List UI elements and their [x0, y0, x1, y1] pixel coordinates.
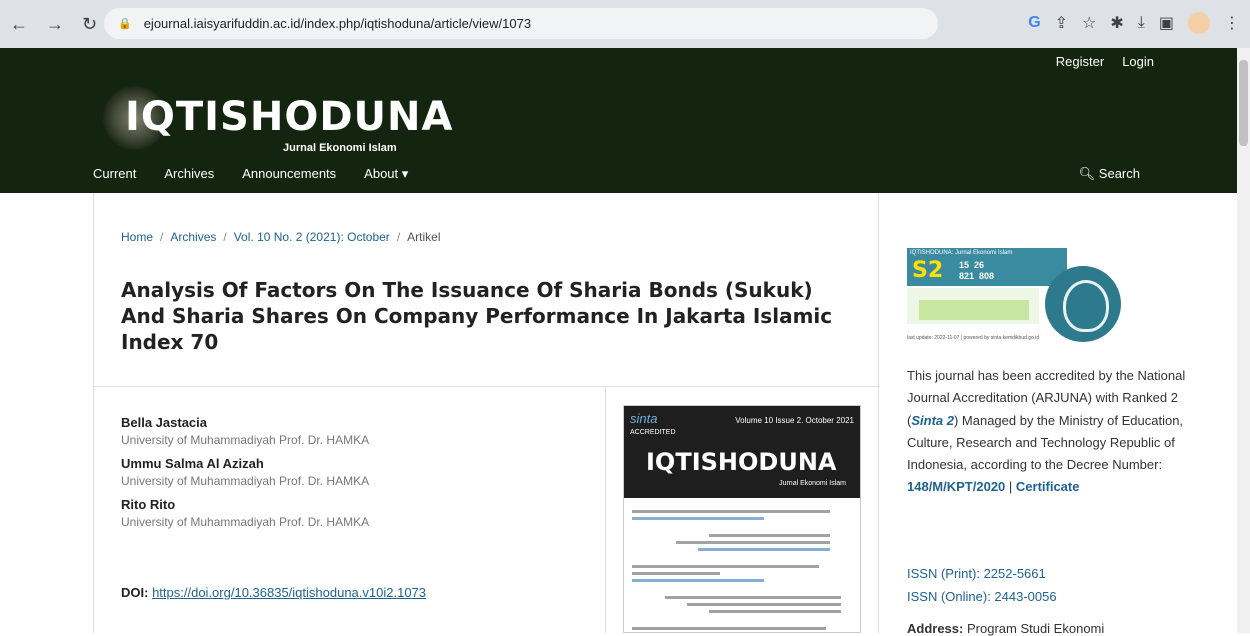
scrollbar-thumb[interactable]: [1239, 60, 1248, 146]
article-main: Home / Archives / Vol. 10 No. 2 (2021): Octo…: [93, 193, 880, 633]
nav-about[interactable]: About ▾: [364, 166, 408, 182]
sidebar: IQTISHODUNA: Jurnal Ekonomi Islam S2 15 …: [879, 193, 1237, 636]
logo-subtitle: Jurnal Ekonomi Islam: [283, 142, 397, 154]
badge-logo-icon: [1045, 266, 1121, 342]
nav-archives[interactable]: Archives: [164, 166, 214, 182]
breadcrumb-current: Artikel: [407, 230, 441, 244]
sidepanel-icon[interactable]: ▣: [1159, 13, 1174, 33]
browser-nav: ← → ↻: [10, 14, 110, 35]
sinta-rank: Sinta 2: [911, 412, 954, 428]
author-item: Rito Rito University of Muhammadiyah Pro…: [121, 497, 369, 529]
author-name: Bella Jastacia: [121, 415, 208, 430]
search-icon: 🔍︎: [1078, 166, 1096, 181]
extensions-area: G ⇪ ☆ ✱ ⤓ ▣ ⋮: [1028, 12, 1240, 34]
breadcrumb-home[interactable]: Home: [121, 230, 153, 244]
breadcrumb-issue[interactable]: Vol. 10 No. 2 (2021): October: [234, 230, 390, 244]
login-link[interactable]: Login: [1122, 54, 1154, 69]
badge-title: IQTISHODUNA: Jurnal Ekonomi Islam: [910, 250, 1013, 256]
search-label: Search: [1098, 166, 1140, 181]
doi-link[interactable]: https://doi.org/10.36835/iqtishoduna.v10…: [152, 585, 426, 600]
author-name: Rito Rito: [121, 497, 176, 512]
address: Address: Program Studi Ekonomi: [907, 621, 1104, 636]
breadcrumb: Home / Archives / Vol. 10 No. 2 (2021): Octo…: [121, 230, 441, 244]
certificate-link[interactable]: Certificate: [1016, 479, 1080, 494]
badge-rank: S2: [912, 258, 944, 283]
cover-subtitle: Jurnal Ekonomi Islam: [779, 480, 846, 487]
cover-sinta: sinta: [630, 411, 658, 426]
profile-avatar[interactable]: [1188, 12, 1210, 34]
url-text: ejournal.iaisyarifuddin.ac.id/index.php/…: [143, 16, 532, 31]
main-nav: Current Archives Announcements About ▾: [93, 166, 408, 182]
address-label: Address:: [907, 621, 964, 636]
address-bar[interactable]: 🔒 ejournal.iaisyarifuddin.ac.id/index.ph…: [104, 8, 938, 39]
article-title: Analysis Of Factors On The Issuance Of S…: [121, 278, 833, 354]
share-icon[interactable]: ⇪: [1055, 13, 1068, 33]
issue-cover-image[interactable]: sinta ACCREDITED Volume 10 Issue 2. Octo…: [623, 405, 861, 633]
author-item: Bella Jastacia University of Muhammadiya…: [121, 415, 369, 447]
cover-contents: [624, 498, 860, 632]
author-affiliation: University of Muhammadiyah Prof. Dr. HAM…: [121, 515, 370, 529]
column-divider: [605, 386, 606, 633]
back-icon[interactable]: ←: [10, 14, 28, 35]
cover-header: sinta ACCREDITED Volume 10 Issue 2. Octo…: [624, 406, 860, 498]
doi-label: DOI:: [121, 585, 149, 600]
reload-icon[interactable]: ↻: [82, 14, 97, 35]
doi: DOI: https://doi.org/10.36835/iqtishodun…: [121, 585, 426, 600]
address-value: Program Studi Ekonomi: [966, 621, 1105, 636]
badge-panel: IQTISHODUNA: Jurnal Ekonomi Islam S2 15 …: [907, 248, 1067, 286]
logo-name: IQTISHODUNA: [125, 94, 454, 140]
author-item: Ummu Salma Al Azizah University of Muham…: [121, 456, 369, 488]
nav-announcements[interactable]: Announcements: [242, 166, 336, 182]
browser-toolbar: ← → ↻ 🔒 ejournal.iaisyarifuddin.ac.id/in…: [0, 0, 1250, 48]
cover-volume: Volume 10 Issue 2. October 2021: [735, 416, 854, 425]
accreditation-text: This journal has been accredited by the …: [907, 368, 1186, 495]
author-list: Bella Jastacia University of Muhammadiya…: [121, 415, 369, 538]
lock-icon: 🔒: [118, 18, 132, 30]
author-name: Ummu Salma Al Azizah: [121, 456, 264, 471]
author-affiliation: University of Muhammadiyah Prof. Dr. HAM…: [121, 433, 370, 447]
user-links: Register Login: [1056, 54, 1154, 69]
google-icon[interactable]: G: [1028, 14, 1040, 32]
issn-online[interactable]: ISSN (Online): 2443-0056: [907, 585, 1057, 608]
breadcrumb-archives[interactable]: Archives: [170, 230, 216, 244]
download-icon[interactable]: ⤓: [1138, 14, 1145, 32]
badge-numbers: 15 26 821 808: [959, 260, 995, 281]
search-link[interactable]: 🔍︎ Search: [1079, 166, 1140, 182]
badge-chart: [907, 288, 1039, 324]
page-scrollbar[interactable]: [1237, 48, 1250, 633]
badge-update: last update: 2022-11-07 | powered by sin…: [907, 335, 1040, 341]
sinta-badge[interactable]: IQTISHODUNA: Jurnal Ekonomi Islam S2 15 …: [907, 248, 1127, 345]
author-affiliation: University of Muhammadiyah Prof. Dr. HAM…: [121, 474, 370, 488]
site-header: Register Login IQTISHODUNA Jurnal Ekonom…: [0, 48, 1237, 193]
extensions-icon[interactable]: ✱: [1110, 13, 1123, 33]
issn-info: ISSN (Print): 2252-5661 ISSN (Online): 2…: [907, 562, 1057, 608]
cover-accredited: ACCREDITED: [630, 429, 676, 436]
menu-icon[interactable]: ⋮: [1224, 13, 1240, 33]
issn-print[interactable]: ISSN (Print): 2252-5661: [907, 562, 1057, 585]
cover-name: IQTISHODUNA: [646, 448, 837, 476]
register-link[interactable]: Register: [1056, 54, 1104, 69]
bookmark-star-icon[interactable]: ☆: [1082, 13, 1096, 33]
section-divider: [94, 386, 880, 387]
site-logo[interactable]: IQTISHODUNA Jurnal Ekonomi Islam: [103, 86, 452, 156]
nav-current[interactable]: Current: [93, 166, 136, 182]
forward-icon[interactable]: →: [46, 14, 64, 35]
decree-number: 148/M/KPT/2020: [907, 479, 1006, 495]
